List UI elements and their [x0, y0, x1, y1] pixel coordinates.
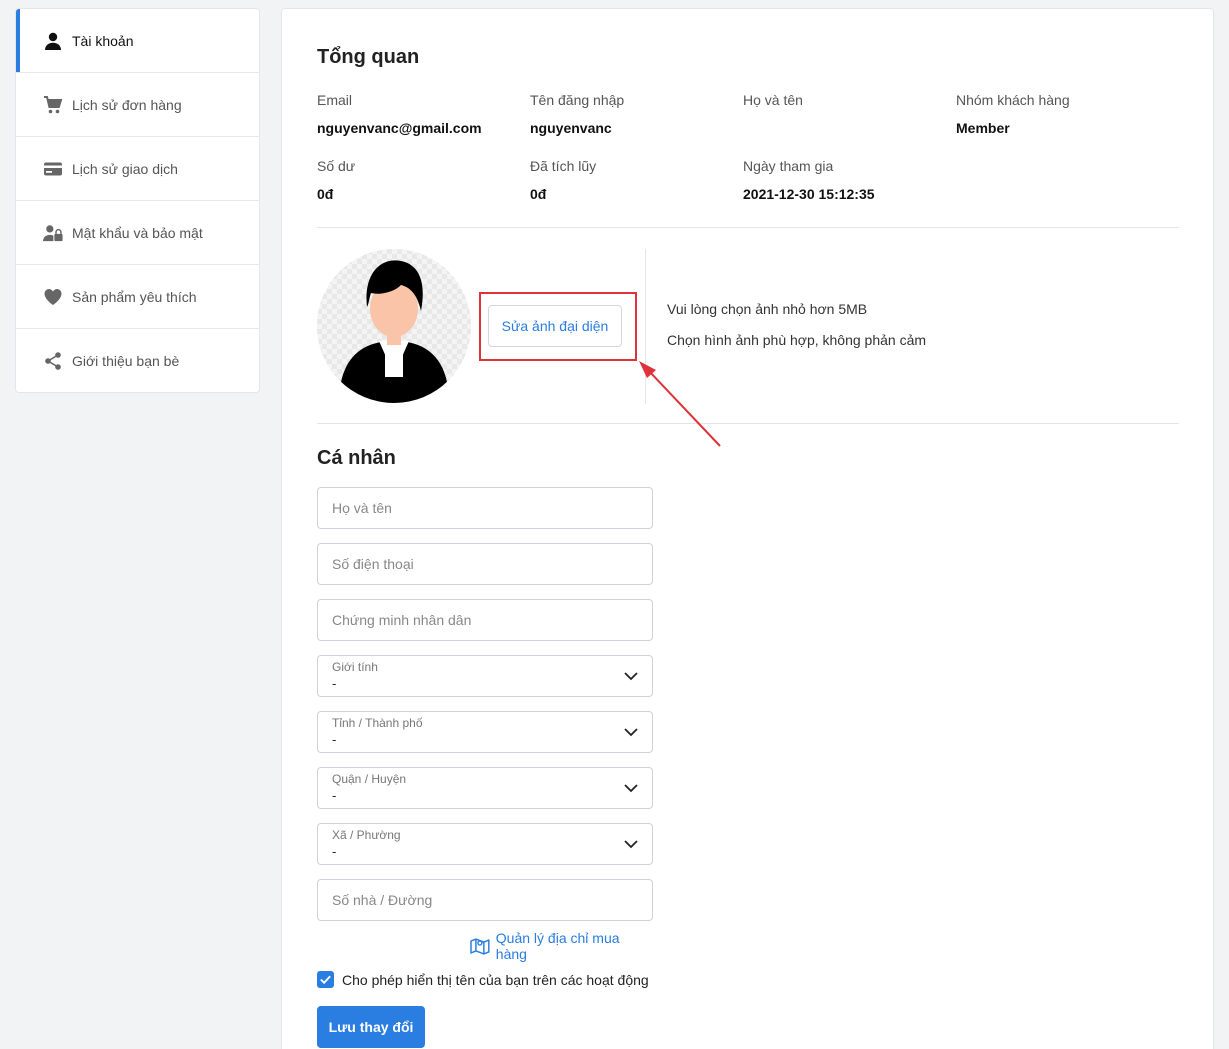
divider — [317, 227, 1179, 228]
chevron-down-icon — [624, 728, 638, 737]
show-name-label: Cho phép hiển thị tên của bạn trên các h… — [342, 971, 649, 988]
show-name-option: Cho phép hiển thị tên của bạn trên các h… — [317, 971, 649, 988]
check-icon — [320, 975, 331, 985]
gender-select[interactable]: Giới tính - — [317, 655, 653, 697]
gender-select-label: Giới tính — [332, 660, 378, 674]
main-panel: Tổng quan Email nguyenvanc@gmail.com Tên… — [281, 8, 1214, 1049]
province-select-value: - — [332, 732, 337, 747]
accumulated-label: Đã tích lũy — [530, 158, 597, 174]
district-select-label: Quận / Huyện — [332, 772, 407, 786]
balance-label: Số dư — [317, 158, 356, 174]
district-select[interactable]: Quận / Huyện - — [317, 767, 653, 809]
phone-field[interactable] — [317, 543, 653, 585]
fullname-input[interactable] — [318, 488, 652, 528]
customer-group-label: Nhóm khách hàng — [956, 92, 1070, 108]
district-select-value: - — [332, 788, 337, 803]
customer-group-info: Nhóm khách hàng Member — [956, 92, 1070, 138]
customer-group-value: Member — [956, 120, 1010, 136]
province-select[interactable]: Tỉnh / Thành phố - — [317, 711, 653, 753]
fullname-info: Họ và tên — [743, 92, 803, 138]
balance-value: 0đ — [317, 186, 334, 202]
email-info: Email nguyenvanc@gmail.com — [317, 92, 482, 138]
sidebar-item-order-history[interactable]: Lịch sử đơn hàng — [16, 73, 259, 137]
username-value: nguyenvanc — [530, 120, 612, 136]
chevron-down-icon — [624, 784, 638, 793]
id-card-field[interactable] — [317, 599, 653, 641]
divider — [317, 423, 1179, 424]
avatar — [317, 249, 471, 403]
email-label: Email — [317, 92, 353, 108]
joined-date-info: Ngày tham gia 2021-12-30 15:12:35 — [743, 158, 875, 204]
chevron-down-icon — [624, 672, 638, 681]
ward-select-label: Xã / Phường — [332, 828, 401, 842]
heart-icon — [42, 286, 64, 308]
save-changes-button[interactable]: Lưu thay đổi — [317, 1006, 425, 1048]
fullname-field[interactable] — [317, 487, 653, 529]
sidebar-item-label: Lịch sử đơn hàng — [72, 96, 182, 113]
manage-address-label: Quản lý địa chỉ mua hàng — [495, 930, 620, 962]
street-input[interactable] — [318, 880, 652, 920]
overview-title: Tổng quan — [317, 46, 420, 68]
sidebar-item-label: Mật khẩu và bảo mật — [72, 224, 203, 241]
fullname-label: Họ và tên — [743, 92, 803, 108]
manage-address-link[interactable]: Quản lý địa chỉ mua hàng — [470, 930, 653, 962]
avatar-tip-content: Chọn hình ảnh phù hợp, không phản cảm — [667, 332, 927, 348]
sidebar-item-account[interactable]: Tài khoản — [16, 9, 259, 73]
sidebar-item-favorites[interactable]: Sản phẩm yêu thích — [16, 265, 259, 329]
sidebar-item-refer-friends[interactable]: Giới thiệu bạn bè — [16, 329, 259, 392]
username-label: Tên đăng nhập — [530, 92, 625, 108]
user-lock-icon — [42, 222, 64, 244]
show-name-checkbox[interactable] — [317, 971, 334, 988]
accumulated-value: 0đ — [530, 186, 547, 202]
ward-select-value: - — [332, 844, 337, 859]
username-info: Tên đăng nhập nguyenvanc — [530, 92, 624, 138]
fullname-value — [743, 120, 803, 138]
sidebar-item-label: Sản phẩm yêu thích — [72, 288, 197, 305]
vertical-divider — [645, 249, 646, 404]
province-select-label: Tỉnh / Thành phố — [332, 716, 423, 730]
joined-date-label: Ngày tham gia — [743, 158, 834, 174]
joined-date-value: 2021-12-30 15:12:35 — [743, 186, 875, 202]
user-icon — [42, 30, 64, 52]
cart-icon — [42, 94, 64, 116]
personal-title: Cá nhân — [317, 447, 396, 469]
map-icon — [470, 938, 490, 955]
id-card-input[interactable] — [318, 600, 652, 640]
sidebar-item-label: Giới thiệu bạn bè — [72, 353, 180, 369]
gender-select-value: - — [332, 676, 337, 691]
credit-card-icon — [42, 158, 64, 180]
sidebar: Tài khoản Lịch sử đơn hàng Lịch sử giao … — [15, 8, 260, 393]
sidebar-item-label: Tài khoản — [72, 32, 134, 49]
chevron-down-icon — [624, 840, 638, 849]
accumulated-info: Đã tích lũy 0đ — [530, 158, 596, 204]
street-field[interactable] — [317, 879, 653, 921]
balance-info: Số dư 0đ — [317, 158, 355, 204]
edit-avatar-button[interactable]: Sửa ảnh đại diện — [488, 305, 622, 347]
sidebar-item-label: Lịch sử giao dịch — [72, 160, 178, 177]
phone-input[interactable] — [318, 544, 652, 584]
email-value: nguyenvanc@gmail.com — [317, 120, 482, 136]
sidebar-item-password-security[interactable]: Mật khẩu và bảo mật — [16, 201, 259, 265]
share-icon — [42, 350, 64, 372]
sidebar-item-transaction-history[interactable]: Lịch sử giao dịch — [16, 137, 259, 201]
avatar-tip-size: Vui lòng chọn ảnh nhỏ hơn 5MB — [667, 301, 868, 317]
ward-select[interactable]: Xã / Phường - — [317, 823, 653, 865]
